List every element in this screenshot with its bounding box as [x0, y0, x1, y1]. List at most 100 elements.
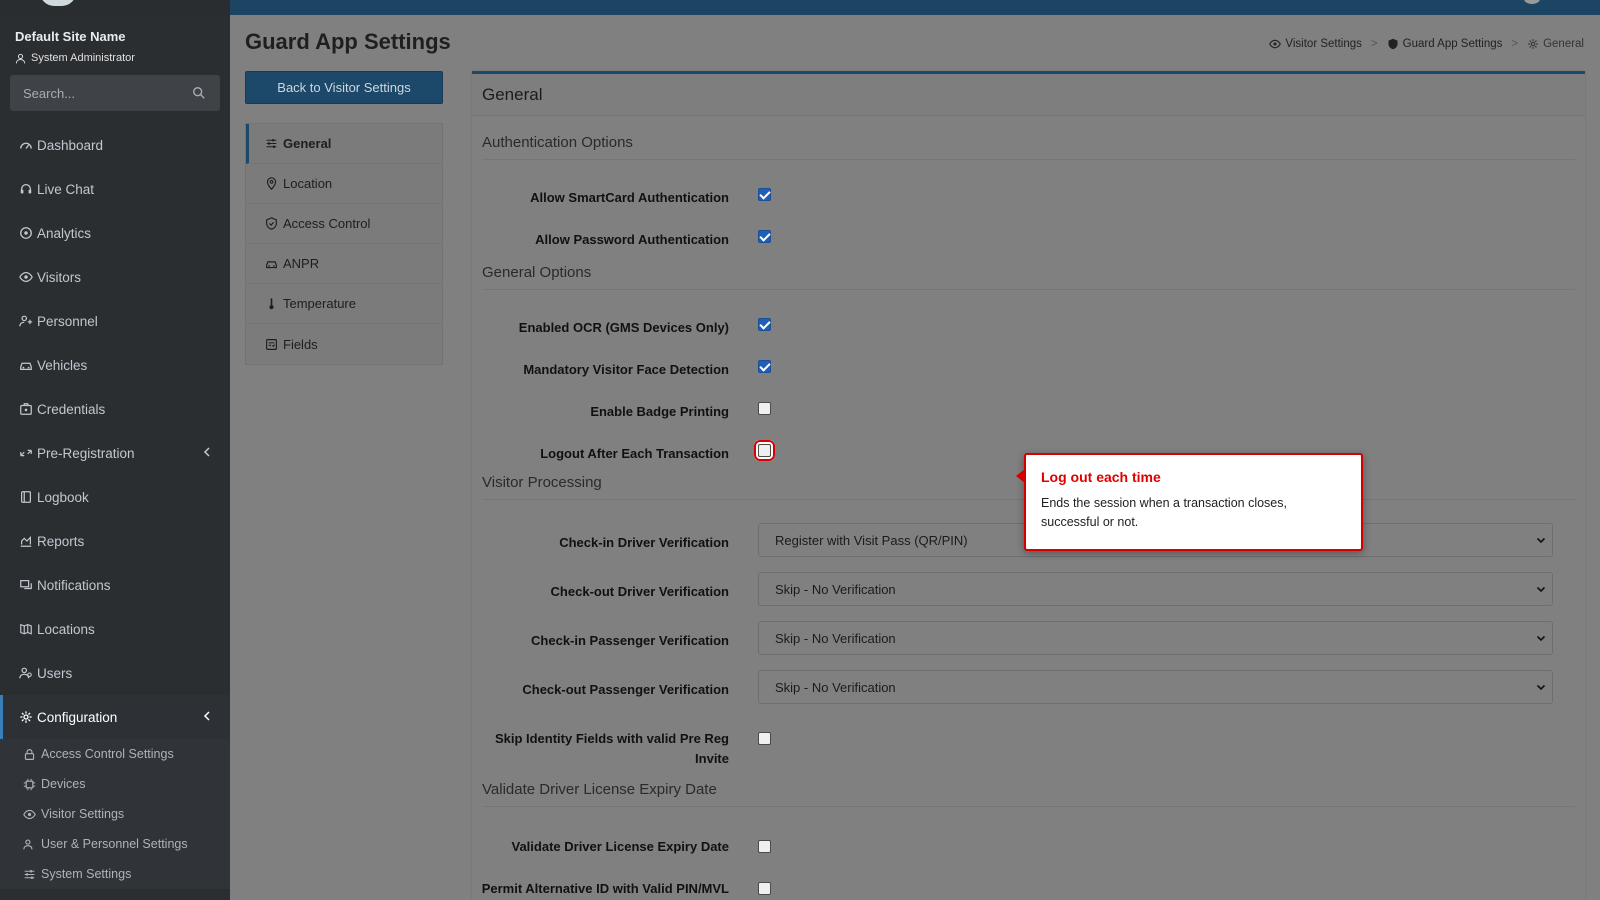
checkbox-validate-driver-license-expiry-date[interactable]: [758, 840, 771, 853]
section-title-general-options: General Options: [482, 264, 592, 281]
eye-icon: [1269, 39, 1282, 49]
car-icon: [20, 362, 32, 370]
sidebar-item-label: Users: [37, 665, 73, 681]
select-value: Skip - No Verification: [775, 630, 896, 646]
map-pin-icon: [266, 177, 277, 190]
chevron-left-icon: [203, 711, 210, 721]
section-divider: [482, 806, 1575, 807]
headset-icon: [20, 183, 32, 194]
sidebar-item-locations[interactable]: Locations: [0, 607, 230, 651]
site-name: Default Site Name: [15, 29, 126, 44]
checkbox-skip-identity-fields[interactable]: [758, 732, 771, 745]
search-input[interactable]: [10, 75, 220, 111]
chevron-down-icon: [1536, 586, 1546, 593]
section-divider: [482, 289, 1575, 290]
sidebar-item-vehicles[interactable]: Vehicles: [0, 343, 230, 387]
sidebar-item-label: Logbook: [37, 489, 89, 505]
car-icon: [266, 261, 277, 269]
back-to-visitor-settings-button[interactable]: Back to Visitor Settings: [245, 71, 443, 104]
user-icon: [15, 53, 26, 63]
breadcrumb-separator: >: [1370, 38, 1378, 50]
credentials-icon: [20, 403, 32, 415]
checkbox-permit-alternative-id[interactable]: [758, 882, 771, 895]
checkbox-allow-password-authentication[interactable]: [758, 230, 771, 243]
tab-label: Location: [283, 176, 333, 191]
checkbox-enabled-ocr[interactable]: [758, 318, 771, 331]
sidebar-item-visitors[interactable]: Visitors: [0, 255, 230, 299]
user-avatar[interactable]: [1524, 0, 1540, 4]
sidebar-item-dashboard[interactable]: Dashboard: [0, 123, 230, 167]
checkbox-enable-badge-printing[interactable]: [758, 402, 771, 415]
sidebar-item-label: Dashboard: [37, 137, 104, 153]
sidebar-item-notifications[interactable]: Notifications: [0, 563, 230, 607]
select-value: Register with Visit Pass (QR/PIN): [775, 532, 968, 548]
subnav-item-system-settings[interactable]: System Settings: [0, 859, 230, 889]
label-allow-password-authentication: Allow Password Authentication: [535, 232, 729, 247]
user-role: System Administrator: [15, 52, 215, 64]
sidebar-item-logbook[interactable]: Logbook: [0, 475, 230, 519]
subnav-item-user-personnel-settings[interactable]: User & Personnel Settings: [0, 829, 230, 859]
sidebar-item-configuration[interactable]: Configuration: [0, 695, 230, 739]
sidebar-nav: Dashboard Live Chat Analytics Visitors P…: [0, 123, 230, 889]
sliders-icon: [266, 139, 277, 148]
analytics-icon: [20, 227, 32, 239]
checkbox-allow-smartcard-authentication[interactable]: [758, 188, 771, 201]
section-title-visitor-processing: Visitor Processing: [482, 474, 602, 491]
page-title: Guard App Settings: [245, 29, 451, 54]
subnav-item-access-control-settings[interactable]: Access Control Settings: [0, 739, 230, 769]
tab-fields[interactable]: Fields: [246, 324, 442, 364]
tab-access-control[interactable]: Access Control: [246, 204, 442, 244]
eye-icon: [19, 272, 33, 282]
subnav-item-devices[interactable]: Devices: [0, 769, 230, 799]
tab-location[interactable]: Location: [246, 164, 442, 204]
label-enabled-ocr: Enabled OCR (GMS Devices Only): [518, 320, 729, 335]
label-check-out-passenger-verification: Check-out Passenger Verification: [522, 682, 729, 697]
select-check-in-passenger-verification[interactable]: Skip - No Verification: [758, 621, 1553, 655]
sidebar-item-label: Credentials: [37, 401, 106, 417]
subnav-item-label: User & Personnel Settings: [41, 837, 188, 851]
chevron-left-icon: [203, 447, 210, 457]
tab-label: ANPR: [283, 256, 320, 271]
chevron-down-icon: [1536, 635, 1546, 642]
sidebar-item-personnel[interactable]: Personnel: [0, 299, 230, 343]
tab-temperature[interactable]: Temperature: [246, 284, 442, 324]
users-icon: [23, 838, 33, 849]
sidebar-item-pre-registration[interactable]: Pre-Registration: [0, 431, 230, 475]
tab-anpr[interactable]: ANPR: [246, 244, 442, 284]
brand-strip: [0, 0, 230, 15]
checkbox-logout-after-each-transaction[interactable]: [754, 440, 775, 461]
select-check-out-passenger-verification[interactable]: Skip - No Verification: [758, 670, 1553, 704]
form-icon: [266, 338, 277, 350]
sidebar-item-reports[interactable]: Reports: [0, 519, 230, 563]
tab-general[interactable]: General: [246, 124, 442, 164]
sidebar-item-analytics[interactable]: Analytics: [0, 211, 230, 255]
sidebar-item-label: Live Chat: [37, 181, 95, 197]
label-mandatory-visitor-face-detection: Mandatory Visitor Face Detection: [523, 362, 729, 377]
breadcrumb: Visitor Settings > Guard App Settings > …: [1269, 38, 1584, 50]
gear-icon: [1528, 39, 1538, 49]
breadcrumb-guard-app-settings[interactable]: Guard App Settings: [1387, 38, 1503, 50]
subnav-item-visitor-settings[interactable]: Visitor Settings: [0, 799, 230, 829]
book-icon: [21, 491, 31, 503]
brand-logo[interactable]: [40, 0, 76, 6]
label-allow-smartcard-authentication: Allow SmartCard Authentication: [530, 190, 729, 205]
sidebar-item-users[interactable]: Users: [0, 651, 230, 695]
subnav-item-label: Devices: [41, 777, 86, 791]
select-check-out-driver-verification[interactable]: Skip - No Verification: [758, 572, 1553, 606]
top-navbar: [230, 0, 1600, 15]
sidebar-item-live-chat[interactable]: Live Chat: [0, 167, 230, 211]
breadcrumb-label: General: [1543, 38, 1584, 50]
gear-icon: [20, 711, 32, 723]
sidebar-item-credentials[interactable]: Credentials: [0, 387, 230, 431]
user-role-label: System Administrator: [31, 52, 135, 64]
checkbox-mandatory-visitor-face-detection[interactable]: [758, 360, 771, 373]
search-icon[interactable]: [192, 86, 206, 100]
breadcrumb-general: General: [1527, 38, 1584, 50]
configuration-subnav: Access Control Settings Devices Visitor …: [0, 739, 230, 889]
label-check-in-driver-verification: Check-in Driver Verification: [559, 535, 729, 550]
breadcrumb-visitor-settings[interactable]: Visitor Settings: [1269, 38, 1362, 50]
main-content: Guard App Settings Visitor Settings > Gu…: [230, 15, 1600, 900]
label-validate-driver-license-expiry-date: Validate Driver License Expiry Date: [511, 839, 730, 854]
breadcrumb-label: Guard App Settings: [1402, 38, 1503, 50]
tab-label: Temperature: [283, 296, 356, 311]
